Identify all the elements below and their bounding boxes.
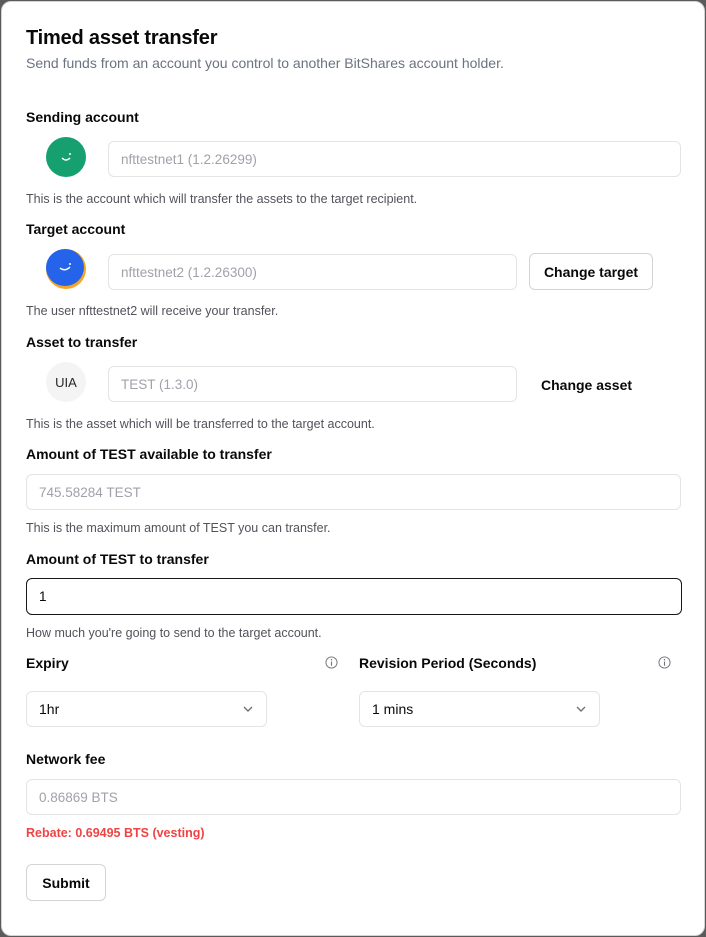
network-fee-field: 0.86869 BTS — [26, 779, 681, 815]
target-account-field: nfttestnet2 (1.2.26300) — [108, 254, 517, 290]
page-subtitle: Send funds from an account you control t… — [26, 55, 504, 71]
revision-period-select[interactable]: 1 mins — [359, 691, 600, 727]
rebate-text: Rebate: 0.69495 BTS (vesting) — [26, 826, 205, 840]
available-amount-field: 745.58284 TEST — [26, 474, 681, 510]
target-account-help: The user nfttestnet2 will receive your t… — [26, 304, 279, 318]
sending-account-help: This is the account which will transfer … — [26, 192, 418, 206]
transfer-amount-help: How much you're going to send to the tar… — [26, 626, 322, 640]
expiry-select[interactable]: 1hr — [26, 691, 267, 727]
sending-account-field: nfttestnet1 (1.2.26299) — [108, 141, 681, 177]
transfer-amount-input[interactable]: 1 — [26, 578, 682, 615]
sending-account-label: Sending account — [26, 109, 139, 125]
available-amount-label: Amount of TEST available to transfer — [26, 446, 272, 462]
timed-transfer-card: Timed asset transfer Send funds from an … — [1, 1, 705, 936]
submit-button[interactable]: Submit — [26, 864, 106, 901]
info-icon[interactable] — [325, 656, 338, 669]
info-icon[interactable] — [658, 656, 671, 669]
change-asset-button[interactable]: Change asset — [541, 377, 632, 393]
chevron-down-icon — [243, 706, 253, 712]
asset-help: This is the asset which will be transfer… — [26, 417, 375, 431]
transfer-amount-label: Amount of TEST to transfer — [26, 551, 209, 567]
revision-period-label: Revision Period (Seconds) — [359, 655, 537, 671]
asset-badge: UIA — [46, 362, 86, 402]
network-fee-label: Network fee — [26, 751, 106, 767]
available-amount-help: This is the maximum amount of TEST you c… — [26, 521, 331, 535]
smiley-icon — [61, 153, 71, 161]
revision-period-selected-value: 1 mins — [372, 701, 414, 717]
asset-field: TEST (1.3.0) — [108, 366, 517, 402]
expiry-selected-value: 1hr — [39, 701, 60, 717]
sending-account-avatar — [46, 137, 86, 177]
page-title: Timed asset transfer — [26, 27, 218, 49]
change-target-button[interactable]: Change target — [529, 253, 653, 290]
chevron-down-icon — [576, 706, 586, 712]
target-account-avatar — [46, 249, 86, 289]
asset-label: Asset to transfer — [26, 334, 138, 350]
expiry-label: Expiry — [26, 655, 69, 671]
target-account-label: Target account — [26, 221, 126, 237]
smiley-icon — [59, 263, 71, 271]
